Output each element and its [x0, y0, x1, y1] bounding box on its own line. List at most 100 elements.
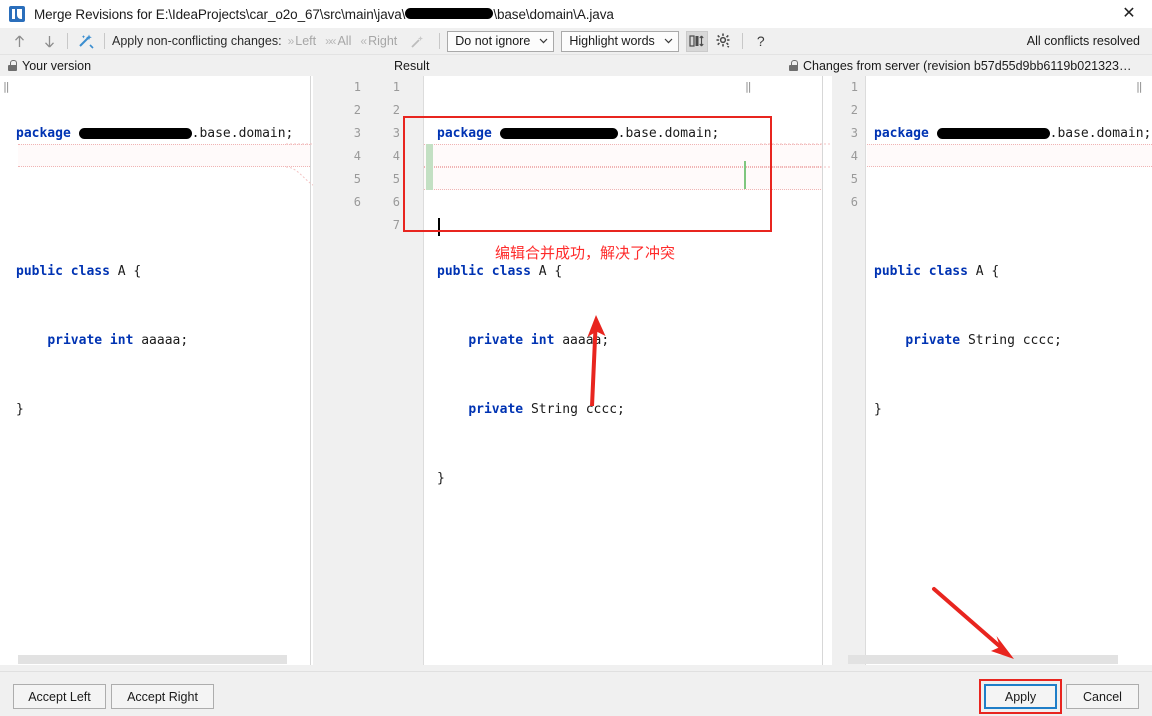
window-title: Merge Revisions for E:\IdeaProjects\car_… [34, 7, 614, 22]
divider-center-right[interactable] [822, 76, 823, 665]
lock-icon [789, 60, 798, 71]
right-pane-header: Changes from server (revision b57d55d9bb… [789, 55, 1131, 76]
cancel-button[interactable]: Cancel [1066, 684, 1139, 709]
apply-all-button[interactable]: »« All [325, 34, 351, 48]
apply-right-button[interactable]: « Right [360, 34, 397, 48]
right-horizontal-scrollbar[interactable] [848, 655, 1118, 664]
gutter-left-line-number: 6 [353, 195, 361, 209]
toolbar-divider-2 [104, 33, 105, 49]
redacted-package-title [405, 8, 494, 20]
result-code-text[interactable]: package .base.domain; public class A { p… [437, 76, 719, 605]
magic-resolve-icon[interactable] [75, 30, 97, 52]
line-number: 6 [850, 195, 858, 209]
right-pane-title: Changes from server (revision b57d55d9bb… [803, 58, 1132, 73]
line-number: 3 [850, 126, 858, 140]
right-code-text[interactable]: package .base.domain; public class A { p… [874, 76, 1151, 467]
line-number: 4 [850, 149, 858, 163]
left-editor-pane[interactable]: ‖ package .base.domain; public class A {… [0, 76, 310, 665]
title-bar: Merge Revisions for E:\IdeaProjects\car_… [0, 0, 1152, 28]
apply-left-button[interactable]: » Left [288, 34, 317, 48]
toolbar-divider-4 [741, 33, 743, 49]
center-pane-header: Result [394, 55, 429, 76]
intellij-idea-icon [9, 6, 25, 22]
result-editor-pane[interactable]: 1 2 3 4 5 6 1 2 3 4 5 6 7 ‖ package .bas… [313, 76, 823, 665]
gutter-left-line-number: 5 [353, 172, 361, 186]
right-gutter: 1 2 3 4 5 6 [832, 76, 866, 665]
apply-nonconflicting-label: Apply non-conflicting changes: [112, 34, 282, 48]
gutter-left-line-number: 1 [353, 80, 361, 94]
left-pane-header: Your version [8, 55, 91, 76]
fold-marker-right[interactable]: ‖ [1136, 80, 1143, 93]
code-line: private int aaaaa; [47, 333, 189, 348]
gutter-left-line-number: 4 [353, 149, 361, 163]
fold-marker-center[interactable]: ‖ [745, 80, 752, 93]
left-horizontal-scrollbar[interactable] [18, 655, 287, 664]
gutter-left-line-number: 2 [353, 103, 361, 117]
highlight-mode-select[interactable]: Highlight words [561, 30, 679, 52]
gutter-right-line-number: 4 [392, 149, 400, 163]
chevron-right-double-icon: » [287, 34, 295, 48]
chevron-both-icon: »« [325, 34, 336, 48]
code-line: private String cccc; [468, 402, 625, 417]
code-line: public class A { [437, 264, 563, 279]
toolbar-divider-1 [67, 33, 68, 49]
fold-marker-left[interactable]: ‖ [3, 80, 10, 93]
magic-wand-icon[interactable] [406, 30, 428, 52]
ignore-policy-select[interactable]: Do not ignore [447, 30, 555, 52]
code-line: package .base.domain; [16, 126, 294, 141]
result-gutter: 1 2 3 4 5 6 1 2 3 4 5 6 7 [313, 76, 423, 665]
code-line: package .base.domain; [874, 126, 1152, 141]
code-line: private int aaaaa; [468, 333, 610, 348]
divider-left-center[interactable] [310, 76, 311, 665]
close-icon[interactable]: ✕ [1106, 0, 1152, 28]
merged-change-marker [426, 144, 433, 190]
code-line: package .base.domain; [437, 126, 720, 141]
text-caret [438, 218, 440, 236]
window-title-suffix: \base\domain\A.java [493, 6, 614, 22]
pane-header-row: Your version Result Changes from server … [0, 55, 1152, 76]
merged-change-caret [744, 161, 746, 189]
annotation-note: 编辑合并成功，解决了冲突 [495, 244, 676, 262]
apply-button[interactable]: Apply [984, 684, 1057, 709]
conflict-status-text: All conflicts resolved [1026, 34, 1140, 48]
left-code-text[interactable]: package .base.domain; public class A { p… [16, 76, 293, 467]
help-icon[interactable]: ? [750, 30, 772, 52]
merge-editor-area: ‖ package .base.domain; public class A {… [0, 76, 1152, 665]
code-line: private String cccc; [905, 333, 1062, 348]
lock-icon [8, 60, 17, 71]
left-pane-title: Your version [22, 58, 92, 73]
line-number: 1 [850, 80, 858, 94]
right-editor-pane[interactable]: 1 2 3 4 5 6 package .base.domain; public… [832, 76, 1152, 665]
line-number: 5 [850, 172, 858, 186]
code-line: } [874, 402, 882, 417]
gutter-border [423, 76, 424, 665]
ignore-policy-value: Do not ignore [455, 34, 531, 48]
toolbar-divider-3 [439, 33, 441, 49]
gutter-right-line-number: 6 [392, 195, 400, 209]
gutter-right-line-number: 5 [392, 172, 400, 186]
arrow-up-icon[interactable] [8, 30, 30, 52]
dialog-footer: Accept Left Accept Right Apply Cancel [0, 671, 1152, 716]
collapse-unchanged-icon[interactable] [685, 30, 708, 52]
accept-right-button[interactable]: Accept Right [111, 684, 214, 709]
gutter-left-line-number: 3 [353, 126, 361, 140]
apply-right-label: Right [368, 34, 398, 48]
arrow-down-icon[interactable] [38, 30, 60, 52]
line-number: 2 [850, 103, 858, 117]
apply-left-label: Left [295, 34, 317, 48]
code-line: public class A { [16, 264, 142, 279]
apply-all-label: All [337, 34, 352, 48]
accept-left-button[interactable]: Accept Left [13, 684, 106, 709]
gutter-right-line-number: 1 [392, 80, 400, 94]
gutter-right-line-number: 2 [392, 103, 400, 117]
diff-toolbar: Apply non-conflicting changes: » Left »«… [0, 28, 1152, 55]
code-line: public class A { [874, 264, 1000, 279]
chevron-down-icon [664, 36, 673, 46]
gutter-right-line-number: 3 [392, 126, 400, 140]
gear-icon[interactable] [713, 31, 735, 52]
window-title-prefix: Merge Revisions for E:\IdeaProjects\car_… [34, 6, 406, 22]
chevron-left-double-icon: « [360, 34, 367, 48]
